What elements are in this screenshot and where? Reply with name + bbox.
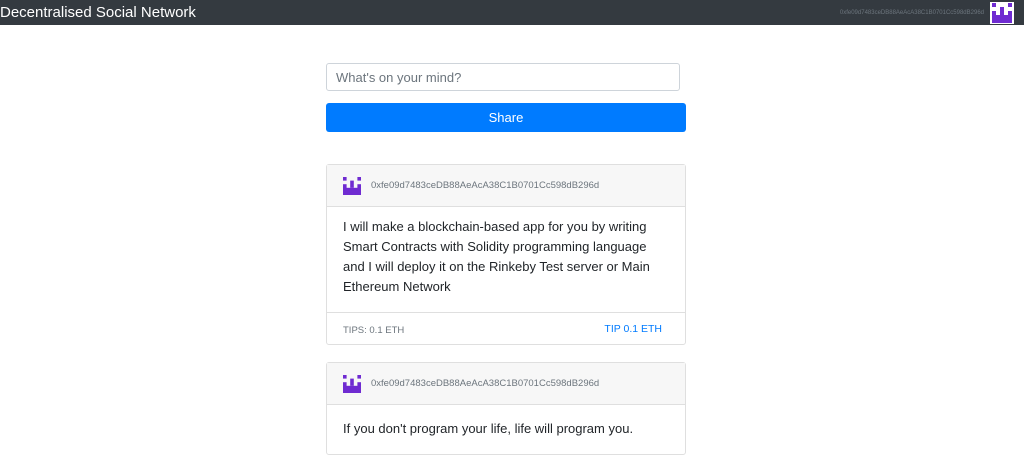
post-content: If you don't program your life, life wil…: [343, 421, 634, 436]
account-address: 0xfe09d7483ceDB88AeAcA38C1B0701Cc598dB29…: [839, 9, 984, 16]
identicon-icon: [343, 176, 361, 195]
brand-title[interactable]: Decentralised Social Network: [0, 0, 196, 25]
post-header: 0xfe09d7483ceDB88AeAcA38C1B0701Cc598dB29…: [327, 165, 685, 207]
account-avatar: [990, 1, 1014, 24]
post-author-address: 0xfe09d7483ceDB88AeAcA38C1B0701Cc598dB29…: [371, 180, 600, 191]
navbar: Decentralised Social Network 0xfe09d7483…: [0, 0, 1024, 25]
post-content-input[interactable]: [326, 63, 680, 91]
main-content: Share 0xfe09d7483ceDB88AeAcA38C1B0701Cc5…: [326, 63, 686, 455]
identicon-icon: [992, 2, 1012, 23]
post-content: I will make a blockchain-based app for y…: [343, 219, 650, 294]
nav-account-area: 0xfe09d7483ceDB88AeAcA38C1B0701Cc598dB29…: [839, 1, 1014, 24]
identicon-icon: [343, 374, 361, 393]
post-card: 0xfe09d7483ceDB88AeAcA38C1B0701Cc598dB29…: [326, 164, 686, 345]
post-tip-amount: TIPS: 0.1 ETH: [343, 324, 405, 336]
post-author-address: 0xfe09d7483ceDB88AeAcA38C1B0701Cc598dB29…: [371, 378, 600, 389]
post-header: 0xfe09d7483ceDB88AeAcA38C1B0701Cc598dB29…: [327, 363, 685, 405]
tip-button[interactable]: TIP 0.1 ETH: [604, 323, 662, 335]
post-card: 0xfe09d7483ceDB88AeAcA38C1B0701Cc598dB29…: [326, 362, 686, 455]
share-button[interactable]: Share: [326, 103, 686, 132]
post-footer: TIPS: 0.1 ETH TIP 0.1 ETH: [327, 312, 685, 344]
